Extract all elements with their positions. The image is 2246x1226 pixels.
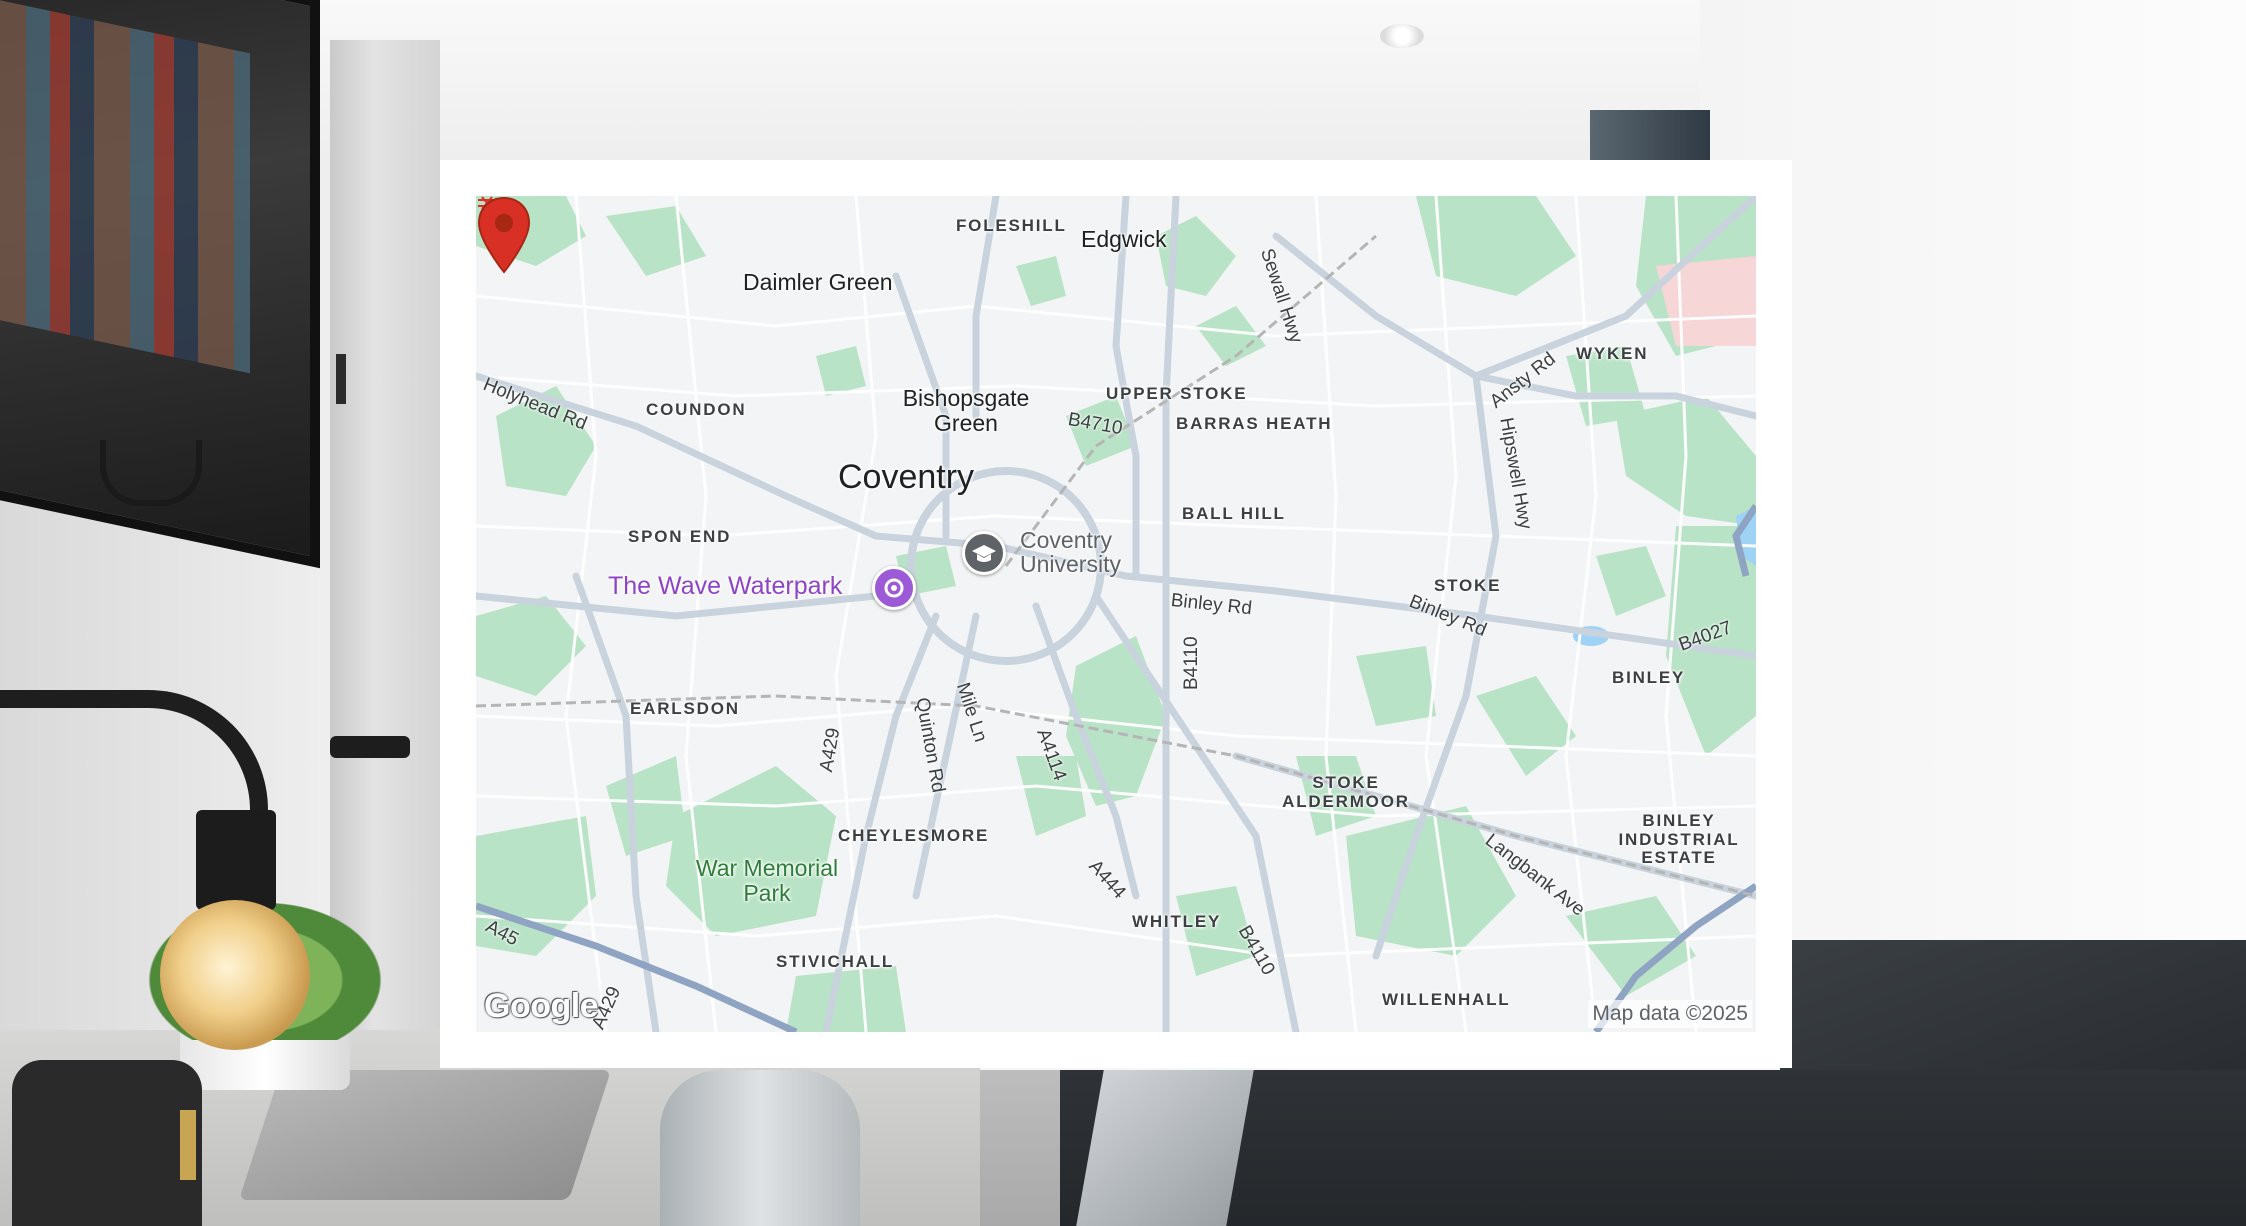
- ceiling-light: [1380, 24, 1424, 48]
- label-binley: BINLEY: [1612, 668, 1686, 687]
- label-earlsdon: EARLSDON: [630, 699, 740, 718]
- label-coundon: COUNDON: [646, 400, 747, 419]
- label-edgwick: Edgwick: [1081, 226, 1167, 252]
- tv-screen-content: [0, 0, 250, 374]
- label-war-memorial-park[interactable]: War Memorial Park: [672, 855, 862, 907]
- label-spon-end: SPON END: [628, 527, 732, 546]
- background-candle: [12, 1060, 202, 1226]
- label-wyken: WYKEN: [1576, 344, 1649, 363]
- label-coventry: Coventry: [838, 458, 975, 496]
- graduation-cap-icon[interactable]: [962, 531, 1006, 575]
- label-binley-industrial-estate: BINLEY INDUSTRIAL ESTATE: [1618, 811, 1740, 868]
- label-stivichall: STIVICHALL: [776, 952, 895, 971]
- label-foleshill: FOLESHILL: [956, 216, 1067, 235]
- desk-lamp-bulb: [160, 900, 310, 1050]
- tv-cables: [100, 440, 202, 506]
- label-bishopsgate-green: Bishopsgate Green: [902, 385, 1030, 437]
- label-coventry-university[interactable]: Coventry University: [1020, 528, 1140, 576]
- door-hinge: [336, 354, 346, 404]
- google-logo[interactable]: Google: [484, 987, 599, 1026]
- graduation-cap-glyph: [972, 545, 996, 562]
- label-stoke: STOKE: [1434, 576, 1502, 595]
- door-handle: [330, 736, 410, 758]
- waterpark-glyph: [884, 578, 904, 598]
- label-b4110-1: B4110: [1181, 636, 1202, 690]
- waterpark-icon[interactable]: [872, 566, 916, 610]
- desk-lamp-head: [196, 810, 276, 910]
- screenshot-stage: FOLESHILL Edgwick Sewall Hwy Daimler Gre…: [0, 0, 2246, 1226]
- map-pin-icon[interactable]: [476, 196, 532, 276]
- candle-label: [180, 1110, 196, 1180]
- background-chair: [660, 1070, 860, 1226]
- label-stoke-aldermoor: STOKE ALDERMOOR: [1282, 773, 1410, 811]
- label-willenhall: WILLENHALL: [1382, 990, 1511, 1009]
- map-attribution[interactable]: Map data ©2025: [1588, 1000, 1752, 1028]
- label-the-wave-waterpark[interactable]: The Wave Waterpark: [608, 572, 842, 601]
- background-blanket: [1076, 1070, 1254, 1226]
- map-view[interactable]: FOLESHILL Edgwick Sewall Hwy Daimler Gre…: [476, 196, 1756, 1032]
- label-whitley: WHITLEY: [1132, 912, 1222, 931]
- label-upper-stoke: UPPER STOKE: [1106, 384, 1248, 403]
- label-barras-heath: BARRAS HEATH: [1176, 414, 1333, 433]
- label-cheylesmore: CHEYLESMORE: [838, 826, 990, 845]
- background-ceiling: [300, 0, 1700, 160]
- label-daimler-green: Daimler Green: [743, 269, 893, 295]
- map-card: FOLESHILL Edgwick Sewall Hwy Daimler Gre…: [440, 160, 1792, 1068]
- label-ball-hill: BALL HILL: [1182, 504, 1286, 523]
